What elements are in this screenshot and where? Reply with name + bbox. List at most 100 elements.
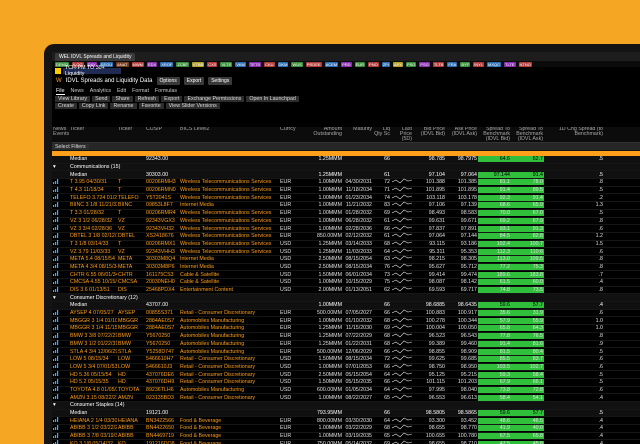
news-icon[interactable] xyxy=(52,317,69,324)
cell-ticker[interactable]: AMZN 3.15 08/22/27 xyxy=(69,395,117,401)
ticker-chip[interactable]: VTBB xyxy=(191,61,205,67)
ticker-chip[interactable]: TLTB xyxy=(432,61,445,67)
cell-ticker-short[interactable]: HD xyxy=(117,379,145,385)
table-row[interactable]: META 4 3/4 08/15/34 META 30303M8P6 Internet… xyxy=(52,263,640,272)
news-icon[interactable] xyxy=(52,363,69,370)
ticker-chip[interactable]: MWM xyxy=(131,61,144,67)
cell-ticker-short[interactable]: VZ xyxy=(117,249,145,255)
cell-ticker-short[interactable]: AMZN xyxy=(117,395,145,401)
header-chg[interactable]: 1D Chg Spread (to Benchmark) xyxy=(544,127,604,137)
toolbar-button[interactable]: Refresh xyxy=(134,95,160,102)
cell-ticker[interactable]: LOW 5 08/15/34 xyxy=(69,356,117,362)
options-button[interactable]: Options xyxy=(156,77,180,85)
ticker-chip[interactable]: TLTE xyxy=(504,61,516,67)
cell-ticker-short[interactable]: T xyxy=(117,187,145,193)
news-icon[interactable] xyxy=(52,286,69,294)
group-header-row[interactable]: ▾ Communications (15) xyxy=(52,163,640,172)
ticker-chip[interactable]: PNO xyxy=(368,61,379,67)
table-row[interactable]: META 5.4 08/15/54 META 30303M8Q4 Internet M… xyxy=(52,255,640,264)
cell-ticker-short[interactable]: TELEFO xyxy=(117,195,145,201)
cell-ticker[interactable]: BMW 3 3/8 07/22/29 xyxy=(69,333,117,339)
news-icon[interactable] xyxy=(52,278,69,286)
command-input[interactable]: TCH-PM TO 30+ Liquidity xyxy=(63,65,121,77)
cell-ticker-short[interactable]: BMW xyxy=(117,341,145,347)
news-icon[interactable] xyxy=(52,225,69,232)
toolbar-button[interactable]: Send xyxy=(92,95,111,102)
cell-ticker-short[interactable]: CHTR xyxy=(117,272,145,278)
ticker-chip[interactable]: PSG xyxy=(419,61,430,67)
header-last-price[interactable]: Last Price (5D) xyxy=(391,127,413,142)
menu-item-analytics[interactable]: Analytics xyxy=(90,88,111,94)
table-row[interactable]: CMCSA 4.55 10/15/29CMCSA20030NEH0 Cable &… xyxy=(52,278,640,287)
ticker-chip[interactable]: VLTS xyxy=(220,61,233,67)
news-icon[interactable] xyxy=(52,255,69,263)
table-row[interactable]: ABIBB 3 1/2 03/22/29 ABIBB BN4422650 Food &… xyxy=(52,424,640,433)
table-row[interactable]: T 3.95 04/30/31 T 00206RMH3 Wireless Teleco… xyxy=(52,178,640,187)
menu-item-formulas[interactable]: Formulas xyxy=(155,88,177,94)
table-row[interactable]: VZ 3 3/4 02/28/36 VZ 92343VH32 Wireless Tel… xyxy=(52,225,640,233)
news-icon[interactable] xyxy=(52,332,69,340)
export-button[interactable]: Export xyxy=(183,77,205,85)
settings-button[interactable]: Settings xyxy=(208,77,233,85)
cell-ticker-short[interactable]: AYSEP xyxy=(117,310,145,316)
group-toggle-icon[interactable]: ▾ xyxy=(52,164,69,170)
cell-ticker[interactable]: DIS 3.6 01/13/51 xyxy=(69,287,117,293)
table-row[interactable]: VZ 3.79 11/03/33 VZ 92343VHH3 Wireless Tele… xyxy=(52,248,640,256)
cell-ticker[interactable]: VZ 3 3/4 02/28/36 xyxy=(69,226,117,232)
news-icon[interactable] xyxy=(52,186,69,194)
header-bid[interactable]: Bid Price (IDVL Bid) xyxy=(413,127,446,137)
ticker-chip[interactable]: EUR xyxy=(354,61,366,67)
table-row[interactable]: TELEFO 3.724 01/23/34TELEFOY5T2041S Wirel… xyxy=(52,194,640,203)
ticker-chip[interactable]: MXQC xyxy=(487,61,502,67)
cell-ticker-short[interactable]: STLA xyxy=(117,349,145,355)
news-icon[interactable] xyxy=(52,417,69,424)
ticker-chip[interactable]: CKU xyxy=(264,61,275,67)
table-row[interactable]: HD 5.36 05/15/54 HD 437076DE6 Retail - Cons… xyxy=(52,371,640,379)
cell-ticker-short[interactable]: DBTEL xyxy=(117,233,145,239)
cell-ticker[interactable]: ABIBB 3 7/8 03/19/35 xyxy=(69,433,117,439)
cell-ticker-short[interactable]: T xyxy=(117,210,145,216)
news-icon[interactable] xyxy=(52,248,69,255)
table-row[interactable]: BMW 3 1/2 01/22/31 BMW Y5670250 Automobiles… xyxy=(52,340,640,349)
select-filters-button[interactable]: Select Filters xyxy=(52,143,89,150)
table-row[interactable]: BMW 3 3/8 07/22/29 BMW Y5670250 Automobiles… xyxy=(52,332,640,341)
news-icon[interactable] xyxy=(52,217,69,224)
menu-item-file[interactable]: File xyxy=(56,88,65,95)
table-row[interactable]: T 3.3 01/28/32 T 00206RMR4 Wireless Telecom… xyxy=(52,209,640,218)
cell-ticker[interactable]: BIINC 3 1/8 11/21/32 xyxy=(69,202,117,208)
ticker-chip[interactable]: XROF xyxy=(160,61,174,67)
cell-ticker[interactable]: HD 5.36 05/15/54 xyxy=(69,372,117,378)
news-icon[interactable] xyxy=(52,178,69,186)
table-row[interactable]: AYSEP 4 07/05/27 AYSEP 00855S371 Retail - C… xyxy=(52,309,640,318)
news-icon[interactable] xyxy=(52,440,69,444)
ticker-chip[interactable]: CXS xyxy=(207,61,218,67)
news-icon[interactable] xyxy=(52,340,69,347)
news-icon[interactable] xyxy=(52,378,69,386)
toolbar-button[interactable]: Rename xyxy=(110,102,137,109)
news-icon[interactable] xyxy=(52,355,69,363)
cell-ticker-short[interactable]: TOYOTA xyxy=(117,387,145,393)
cell-ticker[interactable]: TOYOTA 4.8 01/05/34 xyxy=(69,387,117,393)
header-ask[interactable]: Ask Price (IDVL Ask) xyxy=(446,127,478,137)
table-row[interactable]: VZ 3 1/2 06/28/32 VZ 92343VGX3 Wireless Tel… xyxy=(52,217,640,226)
cell-ticker[interactable]: T 4.3 11/18/34 xyxy=(69,187,117,193)
cell-ticker-short[interactable]: BIINC xyxy=(117,202,145,208)
cell-ticker[interactable]: CHTR 6.55 06/01/34 xyxy=(69,272,117,278)
cell-ticker-short[interactable]: DIS xyxy=(117,287,145,293)
cell-ticker-short[interactable]: MBGGR xyxy=(117,325,145,331)
cell-ticker-short[interactable]: MBGGR xyxy=(117,318,145,324)
ticker-chip[interactable]: PRD xyxy=(341,61,352,67)
cell-ticker[interactable]: HEIANA 2 1/4 03/30/30 xyxy=(69,418,117,424)
cell-ticker[interactable]: AYSEP 4 07/05/27 xyxy=(69,310,117,316)
group-toggle-icon[interactable]: ▾ xyxy=(52,402,69,408)
cell-ticker[interactable]: T 3 1/8 03/14/33 xyxy=(69,241,117,247)
menu-item-edit[interactable]: Edit xyxy=(117,88,126,94)
news-icon[interactable] xyxy=(52,194,69,201)
ticker-chip[interactable]: ACEM xyxy=(324,61,339,67)
cell-ticker[interactable]: MBGGR 3 1/4 01/10/32 xyxy=(69,318,117,324)
cell-ticker[interactable]: BMW 3 1/2 01/22/31 xyxy=(69,341,117,347)
cell-ticker[interactable]: META 4 3/4 08/15/34 xyxy=(69,264,117,270)
toolbar-button[interactable]: View Library xyxy=(55,95,91,102)
table-row[interactable]: BIINC 3 1/8 11/21/32 BIINC 09853L8F7 Intern… xyxy=(52,201,640,210)
window-tab[interactable]: WEL IDVL Spreads and Liquidity xyxy=(55,53,136,61)
